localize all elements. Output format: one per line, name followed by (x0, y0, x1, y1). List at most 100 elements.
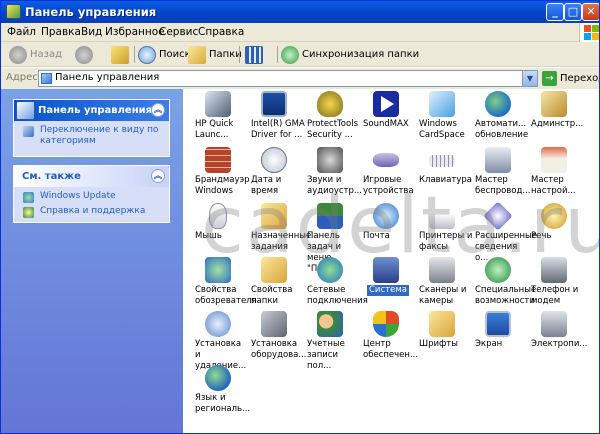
folders-button[interactable]: Папки (188, 45, 242, 65)
control-panel-item[interactable]: Сетевые подключения (299, 257, 368, 313)
control-panel-item[interactable]: Почта (355, 203, 415, 259)
toolbar-separator (277, 46, 278, 63)
control-panel-item[interactable]: HP Quick Launc... (187, 91, 247, 147)
control-panel-item[interactable]: SoundMAX (355, 91, 415, 147)
control-panel-item[interactable]: Система (355, 257, 415, 313)
forward-arrow-icon (75, 46, 93, 64)
control-panel-item[interactable]: Принтеры и факсы (411, 203, 472, 259)
control-panel-item[interactable]: Электропи... (523, 311, 587, 367)
printer-icon (429, 203, 455, 229)
card-icon (429, 91, 455, 117)
control-panel-item[interactable]: Речь (523, 203, 583, 259)
control-panel-item[interactable]: Дата и время (243, 147, 303, 203)
control-panel-item[interactable]: Экран (467, 311, 527, 367)
forward-button[interactable] (75, 45, 103, 65)
clock-icon (261, 147, 287, 173)
up-button[interactable] (111, 45, 131, 65)
control-panel-section: Панель управления ︽ Переключение к виду … (13, 99, 170, 157)
scanner-icon (429, 257, 455, 283)
control-panel-icon (6, 4, 21, 19)
play-icon (373, 91, 399, 117)
folders-icon (188, 46, 206, 64)
control-panel-item[interactable]: Учетные записи пол... (299, 311, 359, 371)
mouse-icon (209, 203, 227, 229)
internet-options-icon (205, 257, 231, 283)
control-panel-small-icon (41, 73, 52, 84)
chevron-up-icon[interactable]: ︽ (151, 103, 165, 117)
display-icon (485, 311, 511, 337)
gamepad-icon (373, 153, 399, 167)
control-panel-item[interactable]: ProtectTools Security ... (299, 91, 359, 147)
control-panel-item[interactable]: Intel(R) GMA Driver for ... (243, 91, 305, 147)
help-support-link[interactable]: Справка и поддержка (14, 204, 169, 219)
control-panel-item[interactable]: Панель задач и меню "Пуск" (299, 203, 359, 274)
info-icon (483, 201, 513, 231)
title-bar[interactable]: Панель управления _ □ ✕ (1, 1, 599, 23)
toolbar: Назад Поиск Папки Синхронизация папки (1, 42, 599, 67)
mail-icon (373, 203, 399, 229)
control-panel-item[interactable]: Клавиатура (411, 147, 472, 203)
back-button[interactable]: Назад (9, 45, 67, 65)
control-panel-items: HP Quick Launc... Intel(R) GMA Driver fo… (183, 89, 599, 433)
security-center-icon (373, 311, 399, 337)
sync-folder-button[interactable]: Синхронизация папки (281, 45, 419, 65)
control-panel-item[interactable]: Телефон и модем (523, 257, 583, 313)
menu-edit[interactable]: Правка (41, 26, 81, 38)
control-panel-icon (16, 101, 35, 120)
windows-logo-icon (579, 23, 599, 42)
menu-view[interactable]: Вид (81, 26, 102, 38)
see-also-section: См. также ︽ Windows Update Справка и под… (13, 165, 170, 223)
chevron-up-icon[interactable]: ︽ (151, 169, 165, 183)
taskbar-icon (317, 203, 343, 229)
menu-tools[interactable]: Сервис (159, 26, 198, 38)
phone-icon (541, 257, 567, 283)
menu-file[interactable]: Файл (7, 26, 36, 38)
task-pane: Панель управления ︽ Переключение к виду … (1, 89, 183, 433)
menu-help[interactable]: Справка (198, 26, 244, 38)
close-button[interactable]: ✕ (582, 3, 599, 21)
monitor-icon (261, 91, 287, 117)
add-remove-icon (205, 311, 231, 337)
control-panel-item[interactable]: Расширенные сведения о... (467, 201, 537, 263)
control-panel-item[interactable]: Звуки и аудиоустр... (299, 147, 362, 203)
control-panel-item[interactable]: Свойства папки (243, 257, 303, 313)
control-panel-item[interactable]: Брандмауэр Windows (187, 147, 250, 203)
control-panel-item[interactable]: Мастер беспровод... (467, 147, 531, 203)
menu-favorites[interactable]: Избранное (105, 26, 165, 38)
control-panel-item[interactable]: Админстр... (523, 91, 583, 147)
address-bar: Адрес Панель управления ▼ → Переход (1, 68, 599, 89)
network-setup-icon (541, 147, 567, 173)
power-icon (541, 311, 567, 337)
section-header[interactable]: См. также ︽ (14, 166, 169, 187)
control-panel-item[interactable]: Мышь (187, 203, 247, 259)
category-view-icon (23, 126, 34, 137)
control-panel-item[interactable]: Язык и региональ... (187, 365, 250, 421)
views-grid-icon (245, 46, 263, 64)
section-header[interactable]: Панель управления ︽ (14, 100, 169, 121)
control-panel-window: Панель управления _ □ ✕ Файл Правка Вид … (0, 0, 600, 434)
control-panel-item[interactable]: Установка оборудова... (243, 311, 306, 367)
maximize-button[interactable]: □ (564, 3, 582, 21)
windows-update-link[interactable]: Windows Update (14, 187, 169, 204)
control-panel-item[interactable]: Мастер настрой... (523, 147, 583, 203)
search-button[interactable]: Поиск (138, 45, 191, 65)
accessibility-icon (485, 257, 511, 283)
control-panel-item[interactable]: Назначенные задания (243, 203, 311, 259)
control-panel-item[interactable]: Шрифты (411, 311, 471, 367)
control-panel-item[interactable]: Windows CardSpace (411, 91, 471, 147)
switch-to-category-view-link[interactable]: Переключение к виду по категориям (14, 121, 169, 149)
control-panel-item[interactable]: Игровые устройства (355, 147, 415, 203)
control-panel-item[interactable]: Специальные возможности (467, 257, 536, 313)
minimize-button[interactable]: _ (546, 3, 564, 21)
network-icon (317, 257, 343, 283)
control-panel-item[interactable]: Сканеры и камеры (411, 257, 471, 313)
firewall-icon (205, 147, 231, 173)
address-input[interactable]: Панель управления ▼ (38, 70, 538, 87)
control-panel-item[interactable]: Свойства обозревателя (187, 257, 257, 313)
shield-icon (317, 91, 343, 117)
views-button[interactable] (245, 45, 273, 65)
chevron-down-icon[interactable]: ▼ (522, 71, 537, 86)
control-panel-item[interactable]: Центр обеспечен... (355, 311, 418, 367)
control-panel-item[interactable]: Установка и удаление... (187, 311, 247, 371)
control-panel-item[interactable]: Автомати... обновление (467, 91, 528, 147)
